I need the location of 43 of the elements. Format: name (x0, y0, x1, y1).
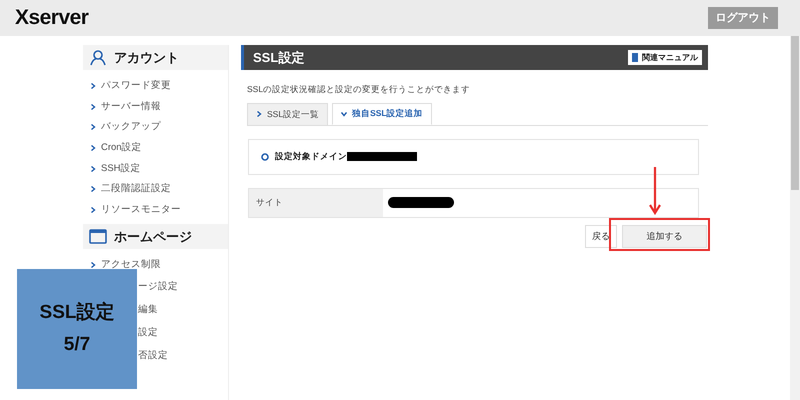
sidebar-item[interactable]: 二段階認証設定 (83, 178, 228, 200)
sidebar-item[interactable]: アクセス制限 (83, 255, 228, 276)
chevron-right-icon (90, 124, 96, 130)
sidebar-item[interactable]: サーバー情報 (83, 96, 228, 118)
sidebar-item[interactable]: ージ設定 (138, 280, 178, 294)
tab[interactable]: 独自SSL設定追加 (332, 102, 432, 125)
chevron-right-icon (90, 206, 96, 213)
manual-button[interactable]: 関連マニュアル (628, 50, 702, 65)
section-title: アカウント (114, 48, 179, 67)
chevron-right-icon (256, 111, 262, 118)
chevron-right-icon (90, 262, 96, 268)
sidebar-item[interactable]: SSH設定 (83, 158, 228, 179)
action-button[interactable]: 戻る (585, 225, 617, 248)
action-button[interactable]: 追加する (622, 225, 707, 248)
overlay-step: 5/7 (64, 331, 90, 360)
chevron-down-icon (341, 110, 348, 117)
person-icon (89, 50, 107, 66)
chevron-right-icon (90, 145, 96, 152)
page-title: SSL設定 (253, 48, 304, 67)
table-header-cell: サイト (249, 188, 383, 217)
sidebar-item[interactable]: リソースモニター (83, 200, 228, 220)
chevron-right-icon (90, 104, 96, 110)
sidebar-item[interactable]: 否設定 (138, 349, 168, 364)
domain-label: 設定対象ドメイン (275, 150, 347, 164)
sidebar-item[interactable]: バックアップ (83, 117, 228, 138)
description: SSLの設定状況確認と設定の変更を行うことができます (247, 83, 472, 96)
radio-icon (261, 152, 269, 161)
chevron-right-icon (90, 186, 96, 192)
section-title: ホームページ (114, 228, 192, 246)
sidebar-item[interactable]: パスワード変更 (83, 76, 228, 97)
redaction-bar (388, 197, 454, 208)
redaction-bar (347, 152, 417, 162)
overlay-title: SSL設定 (40, 300, 114, 324)
book-icon (632, 53, 638, 62)
chevron-right-icon (90, 166, 96, 172)
logo: Xserver (15, 5, 88, 32)
sidebar-item[interactable]: Cron設定 (83, 138, 228, 158)
tab[interactable]: SSL設定一覧 (247, 102, 328, 125)
down-arrow (649, 166, 661, 215)
window-icon (89, 229, 107, 244)
sidebar-item[interactable]: 設定 (138, 326, 158, 340)
chevron-right-icon (90, 83, 96, 90)
sidebar-item[interactable]: 編集 (138, 303, 158, 318)
